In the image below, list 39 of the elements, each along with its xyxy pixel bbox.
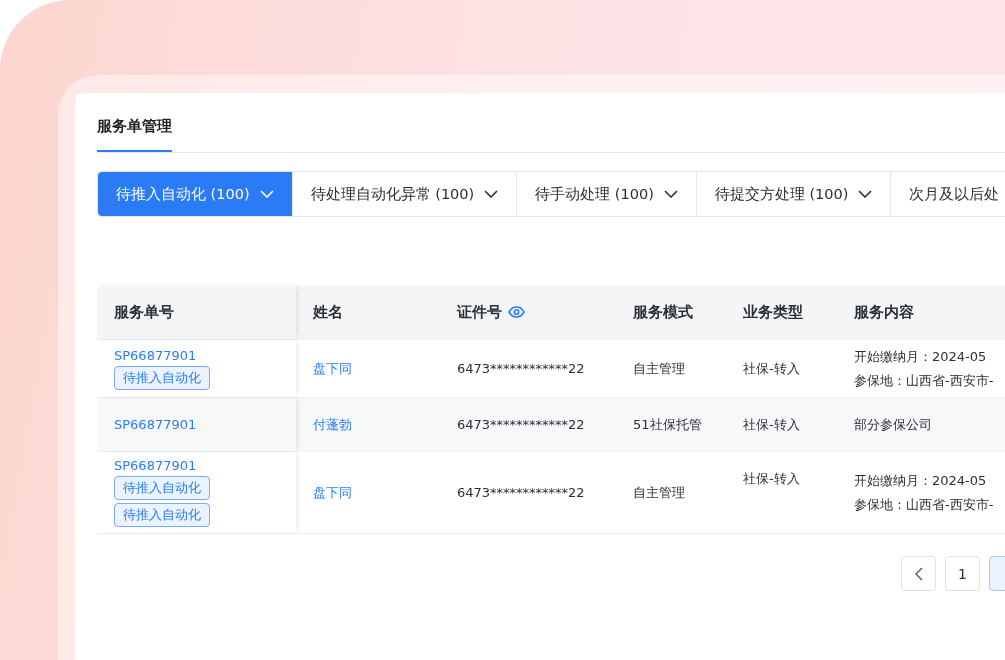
chevron-left-icon (914, 566, 923, 581)
column-header: 证件号 (457, 302, 502, 322)
column-header: 服务内容 (854, 302, 914, 322)
order-link[interactable]: SP66877901 (114, 417, 197, 432)
column-header: 业务类型 (743, 302, 803, 322)
status-tag: 待推入自动化 (114, 365, 210, 390)
previous-page-button[interactable] (901, 556, 936, 591)
table-cell: 6473************22 (457, 417, 585, 432)
page-button[interactable]: 1 (945, 556, 980, 591)
table-cell-text: 部分参保公司 (854, 416, 932, 434)
name-link[interactable]: 付蓬勃 (313, 415, 352, 434)
status-tag: 待推入自动化 (114, 476, 210, 500)
chevron-down-icon (858, 190, 873, 198)
column-header: 服务单号 (114, 302, 174, 322)
name-link[interactable]: 盘下同 (313, 483, 352, 502)
order-link[interactable]: SP66877901 (114, 458, 197, 473)
table-cell-text: 参保地：山西省-西安市- (854, 496, 994, 514)
order-link[interactable]: SP66877901 (114, 347, 197, 363)
table-cell: 社保-转入 (743, 470, 800, 488)
table-cell: 51社保托管 (633, 415, 702, 434)
chevron-down-icon (259, 190, 274, 198)
table-cell-text: 开始缴纳月：2024-05 (854, 348, 987, 366)
chevron-down-icon (663, 190, 678, 198)
table-cell: 自主管理 (633, 359, 685, 378)
table-cell-text: 参保地：山西省-西安市- (854, 372, 994, 390)
table-cell: 自主管理 (633, 483, 685, 502)
table-cell: 6473************22 (457, 485, 585, 500)
table-cell: 社保-转入 (743, 415, 800, 434)
table-cell: 社保-转入 (743, 359, 800, 378)
chevron-down-icon (484, 190, 499, 198)
table-cell-text: 开始缴纳月：2024-05 (854, 472, 987, 490)
status-tag: 待推入自动化 (114, 503, 210, 527)
page-title: 服务单管理 (97, 115, 172, 152)
column-header: 姓名 (313, 302, 343, 322)
name-link[interactable]: 盘下同 (313, 359, 352, 378)
table-cell: 6473************22 (457, 361, 585, 376)
eye-icon[interactable] (508, 306, 525, 318)
filter-tab[interactable]: 待推入自动化 (100) (98, 172, 293, 216)
column-header: 服务模式 (633, 302, 693, 322)
